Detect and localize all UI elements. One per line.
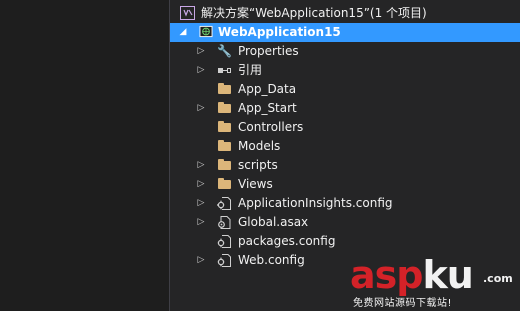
config-file-icon — [217, 197, 231, 210]
folder-icon — [218, 159, 231, 170]
tree-item-label: Web.config — [238, 253, 305, 267]
expand-arrow-icon[interactable]: ▷ — [197, 42, 205, 61]
web-project-icon — [199, 25, 213, 38]
tree-item-properties[interactable]: ▷ 🔧 Properties — [170, 42, 520, 61]
asax-file-icon — [218, 216, 231, 229]
tree-item-label: ApplicationInsights.config — [238, 196, 393, 210]
tree-item-label: Models — [238, 139, 281, 153]
tree-item-packages-config[interactable]: packages.config — [170, 232, 520, 251]
config-file-icon — [217, 254, 231, 267]
tree-item-controllers[interactable]: Controllers — [170, 118, 520, 137]
expand-arrow-icon[interactable]: ▷ — [197, 251, 205, 270]
watermark-tagline: 免费网站源码下载站! — [353, 298, 453, 309]
references-icon — [218, 68, 232, 73]
expand-arrow-icon[interactable]: ▷ — [197, 194, 205, 213]
watermark-ku: ku — [422, 253, 473, 297]
expand-arrow-icon[interactable]: ▷ — [197, 175, 205, 194]
watermark-domain-suffix: .com — [483, 272, 513, 285]
expand-arrow-icon[interactable]: ▷ — [197, 156, 205, 175]
tree-item-label: Controllers — [238, 120, 304, 134]
expand-arrow-icon[interactable]: ▷ — [197, 213, 205, 232]
tree-item-label: Global.asax — [238, 215, 309, 229]
left-panel-background — [0, 0, 169, 311]
solution-node[interactable]: 解决方案“WebApplication15”(1 个项目) — [170, 4, 520, 23]
expand-arrow-icon[interactable]: ▷ — [197, 61, 205, 80]
watermark-asp: asp — [350, 253, 423, 297]
tree-item-label: packages.config — [238, 234, 336, 248]
tree-item-views[interactable]: ▷ Views — [170, 175, 520, 194]
wrench-icon: 🔧 — [217, 44, 232, 58]
tree-item-app-start[interactable]: ▷ App_Start — [170, 99, 520, 118]
tree-item-label: App_Data — [238, 82, 297, 96]
collapse-arrow-icon[interactable]: ◢ — [179, 23, 187, 42]
tree-item-label: 引用 — [238, 63, 263, 77]
tree-item-label: Properties — [238, 44, 299, 58]
tree-item-label: Views — [238, 177, 273, 191]
config-file-icon — [217, 235, 231, 248]
aspku-watermark-logo: aspku .com 免费网站源码下载站! — [350, 255, 520, 311]
tree-item-references[interactable]: ▷ 引用 — [170, 61, 520, 80]
folder-icon — [218, 178, 231, 189]
folder-icon — [218, 102, 231, 113]
tree-item-models[interactable]: Models — [170, 137, 520, 156]
folder-icon — [218, 140, 231, 151]
folder-icon — [218, 121, 231, 132]
project-node[interactable]: ◢ WebApplication15 — [170, 23, 520, 42]
project-label: WebApplication15 — [218, 25, 341, 39]
watermark-wordmark: aspku — [350, 253, 474, 297]
expand-arrow-icon[interactable]: ▷ — [197, 99, 205, 118]
tree-item-application-insights-config[interactable]: ▷ ApplicationInsights.config — [170, 194, 520, 213]
tree-item-app-data[interactable]: App_Data — [170, 80, 520, 99]
tree-item-label: scripts — [238, 158, 278, 172]
tree-item-scripts[interactable]: ▷ scripts — [170, 156, 520, 175]
visual-studio-solution-icon — [180, 6, 195, 20]
tree-item-label: App_Start — [238, 101, 297, 115]
tree-item-global-asax[interactable]: ▷ Global.asax — [170, 213, 520, 232]
solution-label: 解决方案“WebApplication15”(1 个项目) — [201, 6, 427, 20]
folder-icon — [218, 83, 231, 94]
